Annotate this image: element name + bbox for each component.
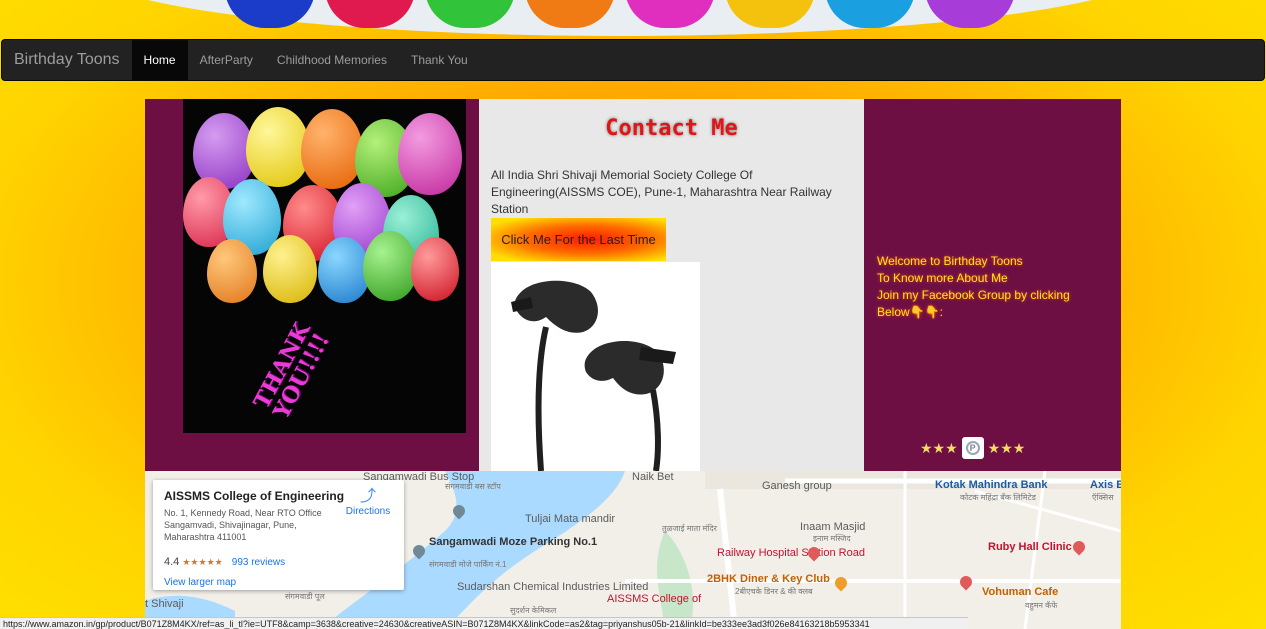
pinterest-button[interactable]: P [961,437,984,459]
map-label-vohuman: Vohuman Cafe [982,586,1059,598]
map-label-moze-parking-local: संगमवाडी मोजे पार्किंग नं.1 [429,560,507,569]
browser-status-bar: https://www.amazon.in/gp/product/B071Z8M… [0,617,968,629]
rating-value: 4.4 [164,556,180,568]
banner-letters [105,0,1135,30]
thank-you-text: THANK YOU!!!! [249,318,335,423]
map-label-2bhk-local: 2बीएचके डिनर & की क्लब [735,587,813,596]
directions-button[interactable]: ⤴ Directions [342,488,394,517]
place-rating: 4.4 ★★★★★ 993 reviews [164,556,285,568]
map-label-axis: Axis Ba [1090,479,1121,491]
contact-panel: Contact Me All India Shri Shivaji Memori… [479,99,864,471]
nav-thank-you[interactable]: Thank You [399,40,480,80]
map-label-kotak: Kotak Mahindra Bank [935,479,1048,491]
map-label-bus-stop-local: संगमवाडी बस स्टॉप [445,482,501,491]
map-label-shivaji: t Shivaji [145,598,184,610]
nav-afterparty[interactable]: AfterParty [188,40,265,80]
thank-you-balloons-image: THANK YOU!!!! [183,99,466,433]
earphones-icon [511,280,676,471]
map-label-inaam-local: इनाम मस्जिद [813,534,851,543]
earphones-ad-image[interactable] [491,262,700,471]
welcome-panel: Welcome to Birthday Toons To Know more A… [864,99,1121,471]
welcome-line2: To Know more About Me [877,271,1008,285]
map-label-kotak-local: कोटक महिंद्रा बँक लिमिटेड [960,493,1036,502]
map-label-tuljai-local: तुळजाई माता मंदिर [662,524,717,533]
contact-address: All India Shri Shivaji Memorial Society … [491,168,832,216]
welcome-line4: Below👇👇: [877,305,943,319]
map-label-axis-local: ऍक्सिस [1092,493,1114,502]
google-map-embed[interactable]: Sangamwadi Bus Stop संगमवाडी बस स्टॉप Na… [145,471,1121,629]
map-label-sangamwadi-bridge: संगमवाडी पूल [285,592,325,601]
map-label-aissms: AISSMS College of [607,593,702,605]
nav-childhood-memories[interactable]: Childhood Memories [265,40,399,80]
navbar-brand[interactable]: Birthday Toons [2,40,132,80]
map-label-ruby-hall: Ruby Hall Clinic [988,541,1072,553]
map-label-sudarshan: Sudarshan Chemical Industries Limited [457,581,649,593]
directions-label: Directions [345,506,391,517]
place-name: AISSMS College of Engineering [164,489,345,503]
top-banner [0,0,1266,40]
map-label-ganesh-group: Ganesh group [762,480,832,492]
map-label-moze-parking: Sangamwadi Moze Parking No.1 [429,536,598,548]
welcome-line3: Join my Facebook Group by clicking [877,288,1070,302]
map-label-naik-bet: Naik Bet [632,471,674,483]
left-panel: THANK YOU!!!! [145,99,479,471]
welcome-line1: Welcome to Birthday Toons [877,254,1023,268]
map-label-sudarshan-local: सुदर्शन केमिकल [510,606,557,615]
stars-right: ★★★ [987,439,1026,456]
social-share-row: ★★★ P ★★★ [920,437,1025,459]
map-label-2bhk: 2BHK Diner & Key Club [707,573,830,585]
map-label-tuljai: Tuljai Mata mandir [525,513,616,525]
directions-icon: ⤴ [359,488,376,505]
navbar: Birthday Toons Home AfterParty Childhood… [1,39,1265,81]
nav-home[interactable]: Home [131,40,188,80]
map-label-railway-hospital: Railway Hospital Station Road [717,547,865,559]
view-larger-map-link[interactable]: View larger map [164,577,236,588]
map-label-inaam: Inaam Masjid [800,521,866,533]
stars-left: ★★★ [920,439,958,456]
map-label-vohuman-local: वहुमन कॅफे [1025,601,1058,610]
welcome-text: Welcome to Birthday Toons To Know more A… [877,253,1070,321]
click-me-button[interactable]: Click Me For the Last Time [491,218,666,261]
reviews-link[interactable]: 993 reviews [232,557,285,568]
pinterest-icon: P [965,441,980,455]
place-address: No. 1, Kennedy Road, Near RTO Office San… [164,508,322,542]
map-info-card: AISSMS College of Engineering No. 1, Ken… [153,480,404,590]
rating-stars-icon: ★★★★★ [182,557,223,567]
contact-title: Contact Me [605,116,738,141]
